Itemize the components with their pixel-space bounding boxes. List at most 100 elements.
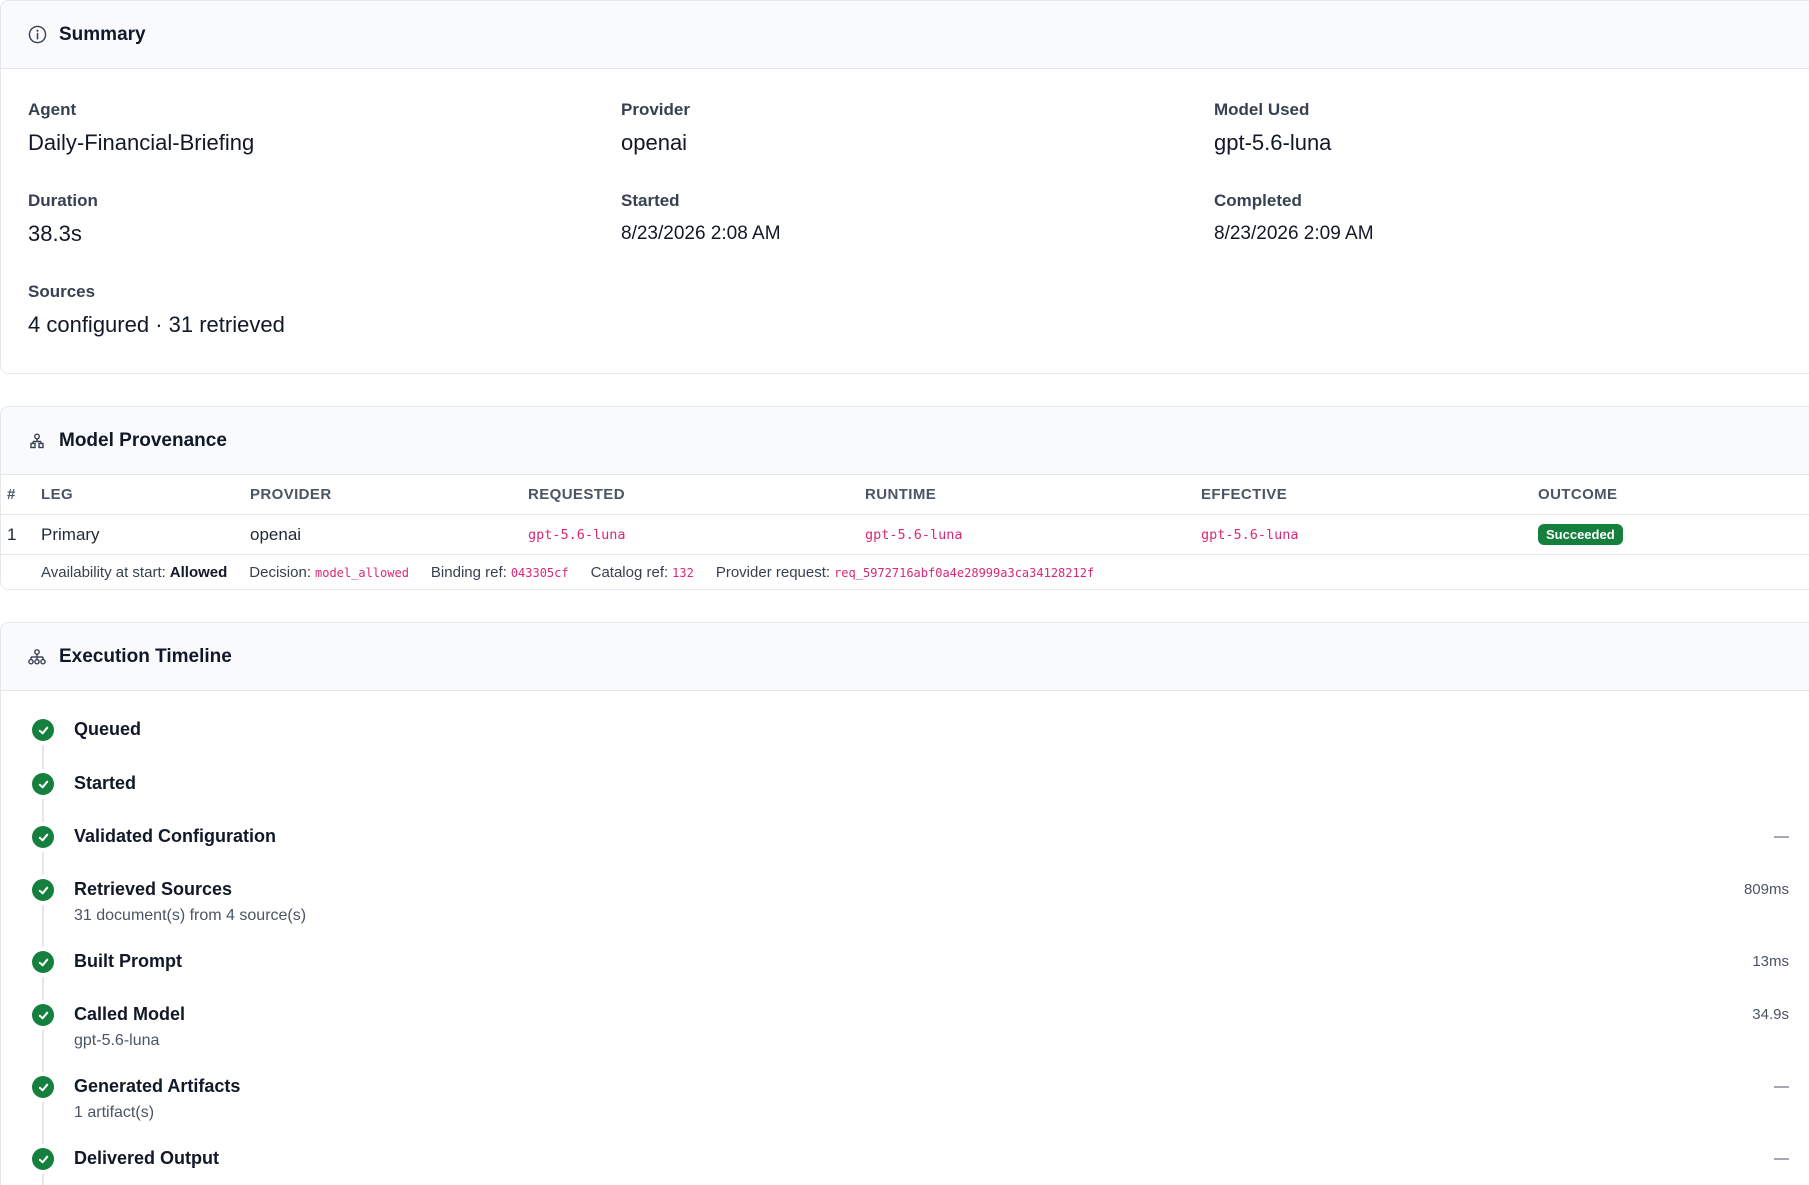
meta-line: Availability at start: Allowed Decision:…: [41, 555, 1116, 589]
check-circle-icon: [32, 879, 54, 901]
provider-value: openai: [621, 130, 688, 155]
timeline-step-title: Validated Configuration: [74, 826, 277, 846]
availability-label: Availability at start:: [41, 564, 166, 581]
timeline-step-detail: gpt-5.6-luna: [74, 1032, 160, 1049]
completed-label: Completed: [1214, 191, 1302, 210]
provider-label: Provider: [621, 100, 690, 119]
agent-value: Daily-Financial-Briefing: [28, 130, 255, 155]
request-label: Provider request:: [715, 564, 831, 581]
timeline-connector: [42, 745, 44, 769]
row-runtime: gpt-5.6-luna: [865, 526, 963, 543]
request-value: req_5972716abf0a4e28999a3ca34128212f: [834, 565, 1095, 580]
summary-title: Summary: [59, 23, 146, 45]
check-circle-icon: [32, 1004, 54, 1026]
catalog-label: Catalog ref:: [590, 564, 669, 581]
binding-value: 043305cf: [510, 565, 569, 580]
timeline-connector: [42, 977, 44, 1000]
check-circle-icon: [32, 1076, 54, 1098]
timeline-step-duration: —: [1774, 1078, 1789, 1095]
binding-label: Binding ref:: [430, 564, 507, 581]
timeline-title: Execution Timeline: [59, 645, 232, 667]
started-label: Started: [621, 191, 680, 210]
summary-provider: Provider openai: [621, 100, 690, 156]
summary-agent: Agent Daily-Financial-Briefing: [28, 100, 254, 156]
provenance-card: Model Provenance # LEG PROVIDER REQUESTE…: [0, 406, 1809, 590]
status-badge: Succeeded: [1538, 524, 1623, 545]
col-requested: REQUESTED: [528, 486, 625, 503]
started-value: 8/23/2026 2:08 AM: [621, 223, 781, 244]
timeline-connector: [42, 852, 44, 875]
check-circle-icon: [32, 1148, 54, 1170]
sitemap-icon: [27, 647, 47, 667]
timeline-connector: [42, 905, 44, 947]
check-circle-icon: [32, 719, 54, 741]
duration-label: Duration: [28, 191, 98, 210]
catalog-group: Catalog ref: 132: [591, 564, 694, 581]
table-meta-row: Availability at start: Allowed Decision:…: [1, 555, 1809, 589]
col-num: #: [7, 486, 16, 503]
timeline-header: Execution Timeline: [1, 623, 1809, 691]
completed-value: 8/23/2026 2:09 AM: [1214, 223, 1374, 244]
sources-value: 4 configured · 31 retrieved: [28, 312, 285, 337]
check-circle-icon: [32, 773, 54, 795]
provenance-header: Model Provenance: [1, 407, 1809, 475]
summary-card: Summary Agent Daily-Financial-Briefing P…: [0, 0, 1809, 374]
timeline-step-duration: 13ms: [1752, 953, 1789, 970]
row-requested: gpt-5.6-luna: [528, 526, 626, 543]
binding-group: Binding ref: 043305cf: [431, 564, 569, 581]
col-provider: PROVIDER: [250, 486, 332, 503]
provenance-table: # LEG PROVIDER REQUESTED RUNTIME EFFECTI…: [1, 475, 1809, 589]
row-effective: gpt-5.6-luna: [1201, 526, 1299, 543]
availability-value: Allowed: [169, 564, 228, 581]
timeline-step-detail: 1 artifact(s): [74, 1104, 155, 1121]
model-label: Model Used: [1214, 100, 1310, 119]
provenance-title: Model Provenance: [59, 429, 227, 451]
col-effective: EFFECTIVE: [1201, 486, 1288, 503]
row-num: 1: [7, 524, 17, 544]
timeline-step-duration: 809ms: [1743, 881, 1789, 898]
timeline-step-duration: —: [1774, 828, 1789, 845]
sources-label: Sources: [28, 282, 96, 301]
check-circle-icon: [32, 951, 54, 973]
timeline-step-detail: 31 document(s) from 4 source(s): [74, 907, 307, 924]
col-leg: LEG: [41, 486, 74, 503]
agent-label: Agent: [28, 100, 77, 119]
check-circle-icon: [32, 826, 54, 848]
timeline-step-title: Retrieved Sources: [74, 879, 233, 899]
timeline-step-title: Queued: [74, 719, 142, 739]
provenance-icon: [27, 431, 47, 451]
summary-sources: Sources 4 configured · 31 retrieved: [28, 282, 285, 338]
timeline-card: Execution Timeline Queued Started Validate…: [0, 622, 1809, 1185]
catalog-value: 132: [672, 565, 694, 580]
table-row: 1 Primary openai gpt-5.6-luna gpt-5.6-lu…: [1, 515, 1809, 555]
row-leg: Primary: [41, 524, 100, 544]
table-header-row: # LEG PROVIDER REQUESTED RUNTIME EFFECTI…: [1, 475, 1809, 515]
decision-group: Decision: model_allowed: [249, 564, 409, 581]
info-icon: [27, 25, 47, 45]
col-outcome: OUTCOME: [1538, 486, 1618, 503]
timeline-connector: [42, 1174, 44, 1185]
timeline-step-title: Generated Artifacts: [74, 1076, 241, 1096]
timeline-connector: [42, 799, 44, 822]
timeline-step-title: Built Prompt: [74, 951, 182, 971]
model-value: gpt-5.6-luna: [1214, 130, 1332, 155]
request-group: Provider request: req_5972716abf0a4e2899…: [716, 564, 1094, 581]
timeline-step-duration: —: [1774, 1150, 1789, 1167]
timeline-connector: [42, 1030, 44, 1072]
timeline-step-duration: 34.9s: [1752, 1006, 1789, 1023]
decision-label: Decision:: [249, 564, 311, 581]
timeline-step-title: Called Model: [74, 1004, 186, 1024]
timeline-step-title: Delivered Output: [74, 1148, 220, 1168]
duration-value: 38.3s: [28, 221, 82, 246]
decision-value: model_allowed: [315, 565, 409, 580]
availability-group: Availability at start: Allowed: [41, 564, 227, 581]
summary-header: Summary: [1, 1, 1809, 69]
summary-duration: Duration 38.3s: [28, 191, 98, 247]
summary-started: Started 8/23/2026 2:08 AM: [621, 191, 781, 245]
timeline-step-title: Started: [74, 773, 137, 793]
row-provider: openai: [250, 524, 302, 544]
col-runtime: RUNTIME: [865, 486, 937, 503]
timeline-connector: [42, 1102, 44, 1144]
summary-model: Model Used gpt-5.6-luna: [1214, 100, 1331, 156]
summary-completed: Completed 8/23/2026 2:09 AM: [1214, 191, 1374, 245]
